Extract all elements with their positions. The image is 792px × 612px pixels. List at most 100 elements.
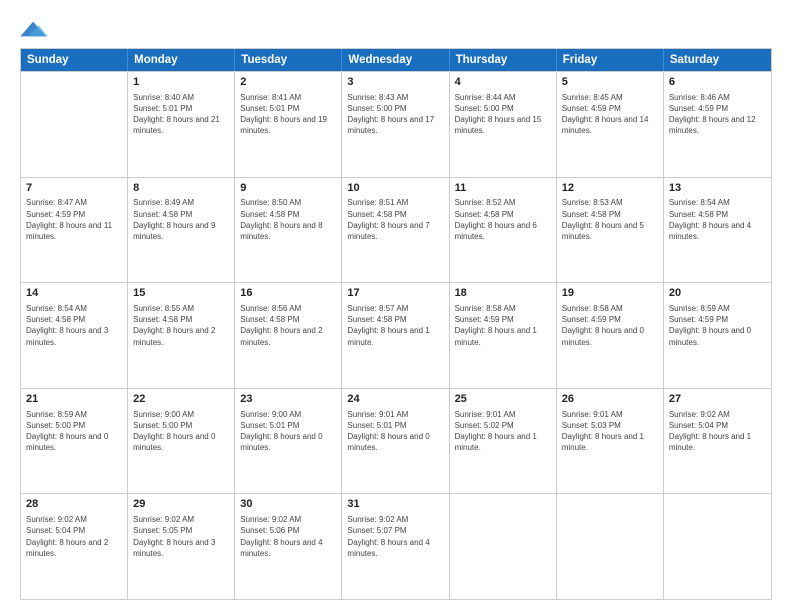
day-info: Sunrise: 8:47 AM Sunset: 4:59 PM Dayligh… (26, 197, 122, 242)
calendar-body: 1Sunrise: 8:40 AM Sunset: 5:01 PM Daylig… (21, 71, 771, 599)
day-number: 15 (133, 286, 229, 301)
day-info: Sunrise: 8:49 AM Sunset: 4:58 PM Dayligh… (133, 197, 229, 242)
calendar-cell: 12Sunrise: 8:53 AM Sunset: 4:58 PM Dayli… (557, 178, 664, 283)
day-number: 14 (26, 286, 122, 301)
calendar-cell: 31 Sunrise: 9:02 AM Sunset: 5:07 PM Dayli… (342, 494, 449, 599)
header-cell-monday: Monday (128, 49, 235, 71)
day-number: 20 (669, 286, 766, 301)
logo-icon (20, 18, 48, 40)
day-number: 3 (347, 75, 443, 90)
calendar-cell: 27 Sunrise: 9:02 AM Sunset: 5:04 PM Dayli… (664, 389, 771, 494)
day-number: 18 (455, 286, 551, 301)
day-info: Sunrise: 8:59 AM Sunset: 4:59 PM Dayligh… (669, 303, 766, 348)
header-cell-tuesday: Tuesday (235, 49, 342, 71)
day-info: Sunrise: 8:44 AM Sunset: 5:00 PM Dayligh… (455, 92, 551, 137)
day-number: 23 (240, 392, 336, 407)
day-info: Sunrise: 8:46 AM Sunset: 4:59 PM Dayligh… (669, 92, 766, 137)
day-info: Sunrise: 9:02 AM Sunset: 5:04 PM Dayligh… (669, 409, 766, 454)
day-info: Sunrise: 8:56 AM Sunset: 4:58 PM Dayligh… (240, 303, 336, 348)
calendar-cell: 23 Sunrise: 9:00 AM Sunset: 5:01 PM Dayli… (235, 389, 342, 494)
day-number: 30 (240, 497, 336, 512)
header-cell-thursday: Thursday (450, 49, 557, 71)
logo (20, 18, 52, 40)
day-info: Sunrise: 8:50 AM Sunset: 4:58 PM Dayligh… (240, 197, 336, 242)
day-info: Sunrise: 9:01 AM Sunset: 5:03 PM Dayligh… (562, 409, 658, 454)
calendar-cell: 9Sunrise: 8:50 AM Sunset: 4:58 PM Daylig… (235, 178, 342, 283)
day-number: 17 (347, 286, 443, 301)
calendar-row-4: 21 Sunrise: 8:59 AM Sunset: 5:00 PM Dayli… (21, 388, 771, 494)
day-info: Sunrise: 8:59 AM Sunset: 5:00 PM Dayligh… (26, 409, 122, 454)
header (20, 18, 772, 40)
day-number: 24 (347, 392, 443, 407)
day-info: Sunrise: 9:01 AM Sunset: 5:01 PM Dayligh… (347, 409, 443, 454)
calendar-cell: 25 Sunrise: 9:01 AM Sunset: 5:02 PM Dayli… (450, 389, 557, 494)
day-number: 2 (240, 75, 336, 90)
calendar-cell: 16Sunrise: 8:56 AM Sunset: 4:58 PM Dayli… (235, 283, 342, 388)
day-number: 26 (562, 392, 658, 407)
calendar-cell (557, 494, 664, 599)
calendar-cell: 30 Sunrise: 9:02 AM Sunset: 5:06 PM Dayli… (235, 494, 342, 599)
calendar-cell: 6Sunrise: 8:46 AM Sunset: 4:59 PM Daylig… (664, 72, 771, 177)
calendar-header: SundayMondayTuesdayWednesdayThursdayFrid… (21, 49, 771, 71)
day-info: Sunrise: 9:02 AM Sunset: 5:07 PM Dayligh… (347, 514, 443, 559)
day-info: Sunrise: 9:02 AM Sunset: 5:05 PM Dayligh… (133, 514, 229, 559)
day-number: 29 (133, 497, 229, 512)
calendar-cell: 3 Sunrise: 8:43 AM Sunset: 5:00 PM Daylig… (342, 72, 449, 177)
page: SundayMondayTuesdayWednesdayThursdayFrid… (0, 0, 792, 612)
header-cell-wednesday: Wednesday (342, 49, 449, 71)
day-number: 22 (133, 392, 229, 407)
calendar-cell: 5Sunrise: 8:45 AM Sunset: 4:59 PM Daylig… (557, 72, 664, 177)
day-info: Sunrise: 9:00 AM Sunset: 5:00 PM Dayligh… (133, 409, 229, 454)
calendar-row-5: 28 Sunrise: 9:02 AM Sunset: 5:04 PM Dayli… (21, 493, 771, 599)
day-info: Sunrise: 8:54 AM Sunset: 4:58 PM Dayligh… (669, 197, 766, 242)
header-cell-sunday: Sunday (21, 49, 128, 71)
day-info: Sunrise: 8:51 AM Sunset: 4:58 PM Dayligh… (347, 197, 443, 242)
calendar-cell: 29 Sunrise: 9:02 AM Sunset: 5:05 PM Dayli… (128, 494, 235, 599)
calendar-cell: 2 Sunrise: 8:41 AM Sunset: 5:01 PM Daylig… (235, 72, 342, 177)
day-info: Sunrise: 9:02 AM Sunset: 5:04 PM Dayligh… (26, 514, 122, 559)
day-number: 13 (669, 181, 766, 196)
day-number: 8 (133, 181, 229, 196)
day-info: Sunrise: 8:40 AM Sunset: 5:01 PM Dayligh… (133, 92, 229, 137)
calendar-cell: 20 Sunrise: 8:59 AM Sunset: 4:59 PM Dayli… (664, 283, 771, 388)
day-info: Sunrise: 8:58 AM Sunset: 4:59 PM Dayligh… (455, 303, 551, 348)
header-cell-saturday: Saturday (664, 49, 771, 71)
day-info: Sunrise: 8:45 AM Sunset: 4:59 PM Dayligh… (562, 92, 658, 137)
calendar-cell: 17 Sunrise: 8:57 AM Sunset: 4:58 PM Dayli… (342, 283, 449, 388)
day-info: Sunrise: 9:00 AM Sunset: 5:01 PM Dayligh… (240, 409, 336, 454)
day-number: 4 (455, 75, 551, 90)
day-info: Sunrise: 8:57 AM Sunset: 4:58 PM Dayligh… (347, 303, 443, 348)
day-info: Sunrise: 9:02 AM Sunset: 5:06 PM Dayligh… (240, 514, 336, 559)
day-number: 12 (562, 181, 658, 196)
day-info: Sunrise: 8:53 AM Sunset: 4:58 PM Dayligh… (562, 197, 658, 242)
day-number: 25 (455, 392, 551, 407)
day-number: 31 (347, 497, 443, 512)
day-number: 7 (26, 181, 122, 196)
calendar-cell: 28 Sunrise: 9:02 AM Sunset: 5:04 PM Dayli… (21, 494, 128, 599)
day-number: 19 (562, 286, 658, 301)
calendar-cell: 14Sunrise: 8:54 AM Sunset: 4:58 PM Dayli… (21, 283, 128, 388)
calendar-cell: 15 Sunrise: 8:55 AM Sunset: 4:58 PM Dayli… (128, 283, 235, 388)
calendar-cell: 10Sunrise: 8:51 AM Sunset: 4:58 PM Dayli… (342, 178, 449, 283)
day-number: 11 (455, 181, 551, 196)
day-number: 10 (347, 181, 443, 196)
calendar-cell: 21 Sunrise: 8:59 AM Sunset: 5:00 PM Dayli… (21, 389, 128, 494)
day-info: Sunrise: 8:52 AM Sunset: 4:58 PM Dayligh… (455, 197, 551, 242)
calendar-cell (21, 72, 128, 177)
calendar-cell: 13Sunrise: 8:54 AM Sunset: 4:58 PM Dayli… (664, 178, 771, 283)
calendar-row-2: 7Sunrise: 8:47 AM Sunset: 4:59 PM Daylig… (21, 177, 771, 283)
day-number: 28 (26, 497, 122, 512)
day-number: 9 (240, 181, 336, 196)
calendar-cell: 26 Sunrise: 9:01 AM Sunset: 5:03 PM Dayli… (557, 389, 664, 494)
calendar-cell: 22 Sunrise: 9:00 AM Sunset: 5:00 PM Dayli… (128, 389, 235, 494)
day-info: Sunrise: 8:43 AM Sunset: 5:00 PM Dayligh… (347, 92, 443, 137)
calendar-cell: 7Sunrise: 8:47 AM Sunset: 4:59 PM Daylig… (21, 178, 128, 283)
day-info: Sunrise: 8:55 AM Sunset: 4:58 PM Dayligh… (133, 303, 229, 348)
calendar-cell: 8Sunrise: 8:49 AM Sunset: 4:58 PM Daylig… (128, 178, 235, 283)
calendar-cell (450, 494, 557, 599)
day-info: Sunrise: 8:41 AM Sunset: 5:01 PM Dayligh… (240, 92, 336, 137)
day-number: 27 (669, 392, 766, 407)
day-info: Sunrise: 9:01 AM Sunset: 5:02 PM Dayligh… (455, 409, 551, 454)
day-number: 21 (26, 392, 122, 407)
calendar-cell: 11Sunrise: 8:52 AM Sunset: 4:58 PM Dayli… (450, 178, 557, 283)
